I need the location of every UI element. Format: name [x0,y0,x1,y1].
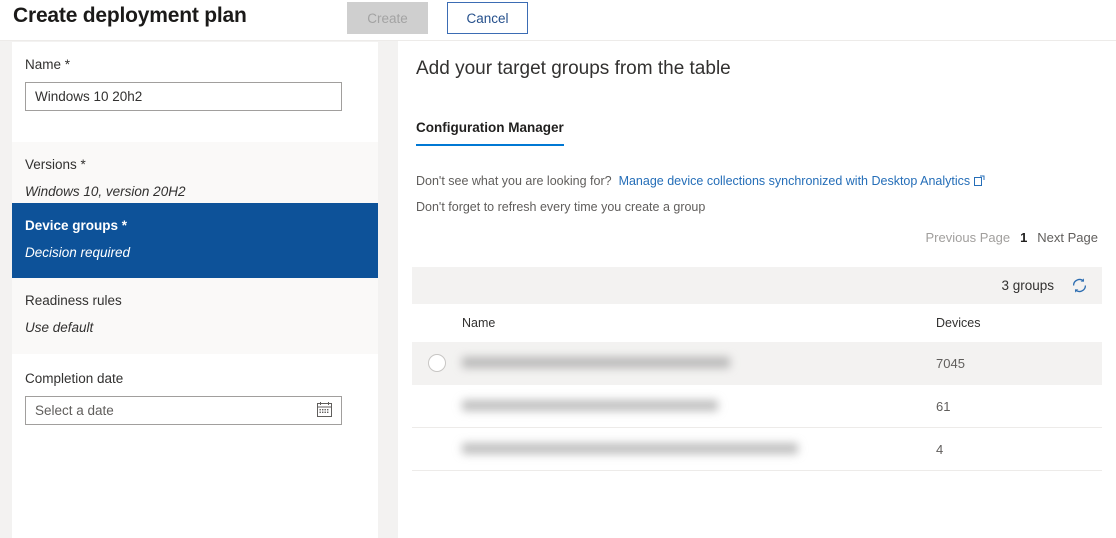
versions-label: Versions [25,157,77,172]
manage-collections-link-label: Manage device collections synchronized w… [618,174,971,188]
name-input[interactable]: Windows 10 20h2 [25,82,342,111]
device-groups-status: Decision required [25,245,131,260]
refresh-hint: Don't forget to refresh every time you c… [416,200,706,214]
row-radio-cell[interactable] [412,354,462,372]
groups-table: 3 groups Name Devices 7045 61 4 [412,267,1102,471]
versions-value: Windows 10, version 20H2 [25,184,186,199]
table-row[interactable]: 4 [412,428,1102,471]
column-header-devices: Devices [936,316,981,330]
readiness-rules-label: Readiness rules [25,293,122,308]
device-groups-label: Device groups [25,218,119,233]
manage-collections-link[interactable]: Manage device collections synchronized w… [619,174,986,188]
row-devices: 7045 [936,355,965,371]
tab-list: Configuration Manager [416,119,564,146]
readiness-rules-value: Use default [25,320,94,335]
completion-date-input[interactable]: Select a date [25,396,342,425]
pagination: Previous Page 1 Next Page [926,230,1099,245]
row-name [462,356,936,371]
name-label: Name [25,57,62,72]
refresh-icon[interactable] [1070,276,1089,295]
completion-date-label: Completion date [25,371,124,386]
sidebar-item-name[interactable]: Name * Windows 10 20h2 [12,42,378,142]
sidebar-item-device-groups[interactable]: Device groups * Decision required [12,203,378,278]
hint-text: Don't see what you are looking for? [416,174,612,188]
sidebar-item-readiness-rules[interactable]: Readiness rules Use default [12,278,378,354]
row-devices: 61 [936,398,951,414]
row-name [462,442,936,457]
command-bar: Create deployment plan Create Cancel [0,0,1116,41]
table-header-row: Name Devices [412,304,1102,342]
pane-title: Add your target groups from the table [416,58,731,79]
table-row[interactable]: 61 [412,385,1102,428]
external-link-icon [974,175,985,189]
cancel-button[interactable]: Cancel [447,2,528,34]
next-page-button[interactable]: Next Page [1037,230,1098,245]
deployment-plan-steps: Name * Windows 10 20h2 Versions * Window… [12,42,378,538]
previous-page-button[interactable]: Previous Page [926,230,1011,245]
completion-date-placeholder: Select a date [35,403,114,418]
row-radio-button[interactable] [428,354,446,372]
sidebar-item-completion-date[interactable]: Completion date Select a date [12,354,378,538]
calendar-icon[interactable] [317,401,332,420]
name-input-value: Windows 10 20h2 [35,89,143,104]
page-title: Create deployment plan [13,4,247,27]
row-name [462,399,936,414]
groups-count: 3 groups [1001,278,1054,293]
table-toolbar: 3 groups [412,267,1102,304]
name-required-marker: * [61,57,71,72]
sidebar-item-versions[interactable]: Versions * Windows 10, version 20H2 [12,142,378,203]
column-header-name: Name [462,316,496,330]
device-groups-required-marker: * [118,218,128,233]
hint-row: Don't see what you are looking for? Manag… [416,174,985,189]
create-button[interactable]: Create [347,2,428,34]
target-groups-pane: Add your target groups from the table Co… [398,41,1116,538]
page-number-1[interactable]: 1 [1020,230,1027,245]
versions-required-marker: * [76,157,86,172]
row-devices: 4 [936,441,944,457]
table-row[interactable]: 7045 [412,342,1102,385]
tab-configuration-manager[interactable]: Configuration Manager [416,120,564,146]
